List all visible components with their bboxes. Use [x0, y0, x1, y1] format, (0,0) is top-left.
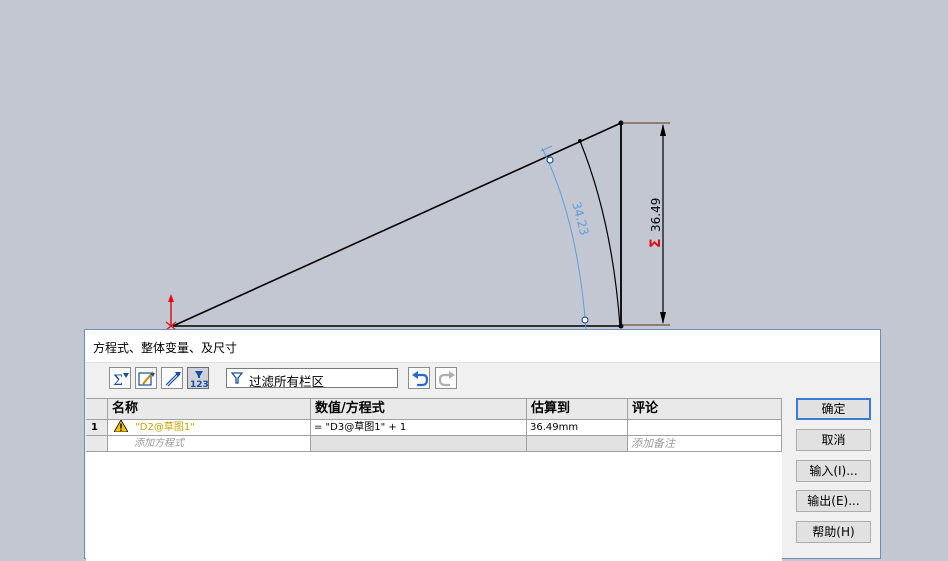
- equation-sigma-icon: Σ: [648, 238, 664, 248]
- undo-icon: [412, 371, 429, 387]
- arc-handle-top[interactable]: [546, 156, 554, 164]
- ordered-view-button[interactable]: 123: [187, 367, 209, 389]
- undo-button[interactable]: [408, 367, 430, 389]
- add-comment-cell[interactable]: 添加备注: [628, 436, 782, 452]
- cancel-button[interactable]: 取消: [796, 429, 871, 451]
- add-value-cell: [311, 436, 527, 452]
- table-row-value-cell[interactable]: = "D3@草图1" + 1: [311, 420, 527, 436]
- sketch-equation-view-icon: [138, 371, 155, 386]
- add-equation-cell[interactable]: 添加方程式: [108, 436, 311, 452]
- import-button[interactable]: 输入(I)...: [796, 460, 871, 482]
- svg-text:123: 123: [190, 380, 208, 388]
- table-row-name-cell[interactable]: "D2@草图1": [108, 420, 311, 436]
- dimension-view-button[interactable]: [161, 367, 183, 389]
- ordered-view-icon: 123: [190, 371, 208, 388]
- row-number[interactable]: 1: [86, 420, 108, 436]
- add-eval-cell: [527, 436, 628, 452]
- help-button[interactable]: 帮助(H): [796, 521, 871, 543]
- hypotenuse-line[interactable]: [172, 122, 622, 327]
- equation-value: = "D3@草图1" + 1: [314, 422, 407, 433]
- redo-button[interactable]: [435, 367, 457, 389]
- new-row-header[interactable]: [86, 436, 108, 452]
- svg-text:Σ: Σ: [113, 373, 123, 388]
- column-header-comment[interactable]: 评论: [628, 399, 782, 420]
- angle-dimension-value[interactable]: 34.23: [569, 200, 591, 237]
- equation-view-icon: Σ: [113, 373, 129, 388]
- arc-handle-bottom[interactable]: [581, 316, 589, 324]
- ok-button[interactable]: 确定: [796, 398, 871, 420]
- filter-text: 过滤所有栏区: [249, 374, 325, 389]
- height-dimension-value[interactable]: 36.49: [649, 198, 663, 232]
- sketch-equation-view-button[interactable]: [135, 367, 157, 389]
- equations-dialog: 方程式、整体变量、及尺寸 Σ 123 过滤所有栏区 名称 数值/方程式 估算到 …: [84, 329, 881, 561]
- equation-view-button[interactable]: Σ: [109, 367, 131, 389]
- filter-field[interactable]: 过滤所有栏区: [226, 368, 398, 389]
- column-header-eval[interactable]: 估算到: [527, 399, 628, 420]
- dimension-view-icon: [165, 372, 181, 387]
- redo-icon: [438, 371, 455, 387]
- table-row-comment-cell[interactable]: [628, 420, 782, 436]
- dialog-title: 方程式、整体变量、及尺寸: [93, 341, 238, 355]
- equation-name: "D2@草图1": [135, 422, 195, 433]
- filter-icon: [231, 372, 243, 384]
- table-row-eval-cell: 36.49mm: [527, 420, 628, 436]
- corner-header: [86, 399, 108, 420]
- column-header-value[interactable]: 数值/方程式: [311, 399, 527, 420]
- angle-dimension-arc[interactable]: [541, 147, 587, 331]
- column-header-name[interactable]: 名称: [108, 399, 311, 420]
- export-button[interactable]: 输出(E)...: [796, 490, 871, 512]
- warning-icon: [113, 420, 129, 433]
- equations-table: 名称 数值/方程式 估算到 评论 1 "D2@草图1" = "D3@草图1" +…: [86, 398, 782, 561]
